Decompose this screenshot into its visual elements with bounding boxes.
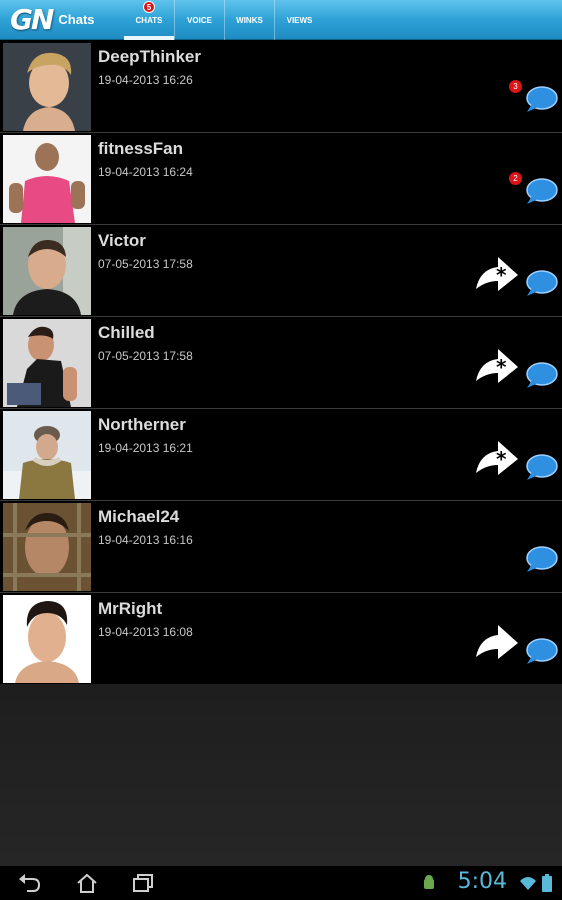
chat-row[interactable]: Northerner 19-04-2013 16:21 * [0,409,562,501]
tab-chats[interactable]: 5 CHATS [124,0,174,40]
contact-name: Chilled [98,323,155,342]
contact-name: fitnessFan [98,139,184,158]
contact-name: MrRight [98,599,163,618]
home-button[interactable] [60,866,114,900]
chat-timestamp: 19-04-2013 16:08 [98,625,193,639]
recent-apps-button[interactable] [116,866,170,900]
svg-text:*: * [496,355,507,379]
avatar[interactable] [3,595,91,683]
chat-bubble-icon[interactable] [524,270,558,298]
avatar[interactable] [3,227,91,315]
home-icon [77,873,97,893]
chats-count-badge: 5 [143,1,155,13]
tab-label: CHATS [135,15,163,25]
back-icon [19,874,41,892]
reply-icon[interactable] [474,623,520,661]
tab-bar: 5 CHATS VOICE WINKS VIEWS [124,0,324,40]
list-empty-area [0,684,562,866]
chat-timestamp: 19-04-2013 16:24 [98,165,193,179]
avatar[interactable] [3,319,91,407]
android-debug-icon [424,875,434,889]
tab-winks[interactable]: WINKS [224,0,274,40]
app-title: Chats [58,12,95,27]
svg-text:*: * [496,263,507,287]
battery-icon [542,874,552,892]
tab-label: VIEWS [286,15,313,25]
tab-label: WINKS [236,15,263,25]
contact-name: Northerner [98,415,186,434]
chat-timestamp: 19-04-2013 16:21 [98,441,193,455]
avatar[interactable] [3,503,91,591]
chat-row[interactable]: DeepThinker 19-04-2013 16:26 3 [0,41,562,133]
system-bar: 5:04 [0,866,562,900]
chat-list: DeepThinker 19-04-2013 16:26 3 fitnessFa… [0,41,562,685]
chat-bubble-icon[interactable] [524,86,558,114]
chat-timestamp: 07-05-2013 17:58 [98,349,193,363]
chat-timestamp: 19-04-2013 16:26 [98,73,193,87]
status-icons [519,874,552,892]
chat-bubble-icon[interactable] [524,178,558,206]
avatar[interactable] [3,43,91,131]
wifi-icon [520,877,536,890]
recent-apps-icon [133,874,153,892]
chat-row[interactable]: Victor 07-05-2013 17:58 * [0,225,562,317]
chat-timestamp: 07-05-2013 17:58 [98,257,193,271]
tab-views[interactable]: VIEWS [274,0,324,40]
unread-count-badge: 2 [509,172,522,185]
chat-row[interactable]: Chilled 07-05-2013 17:58 * [0,317,562,409]
reply-new-icon[interactable]: * [474,255,520,293]
reply-new-icon[interactable]: * [474,347,520,385]
chat-row[interactable]: Michael24 19-04-2013 16:16 [0,501,562,593]
brand[interactable]: GN Chats [0,0,124,39]
chat-bubble-icon[interactable] [524,638,558,666]
chat-bubble-icon[interactable] [524,362,558,390]
reply-new-icon[interactable]: * [474,439,520,477]
contact-name: Victor [98,231,146,250]
avatar[interactable] [3,411,91,499]
tab-voice[interactable]: VOICE [174,0,224,40]
chat-row[interactable]: fitnessFan 19-04-2013 16:24 2 [0,133,562,225]
app-logo: GN [10,3,54,36]
chat-bubble-icon[interactable] [524,546,558,574]
action-bar: GN Chats 5 CHATS VOICE WINKS VIEWS [0,0,562,40]
contact-name: DeepThinker [98,47,201,66]
tab-label: VOICE [187,15,212,25]
back-button[interactable] [2,866,56,900]
chat-timestamp: 19-04-2013 16:16 [98,533,193,547]
chat-row[interactable]: MrRight 19-04-2013 16:08 [0,593,562,685]
clock: 5:04 [457,869,507,894]
chat-bubble-icon[interactable] [524,454,558,482]
svg-text:*: * [496,447,507,471]
contact-name: Michael24 [98,507,180,526]
avatar[interactable] [3,135,91,223]
unread-count-badge: 3 [509,80,522,93]
